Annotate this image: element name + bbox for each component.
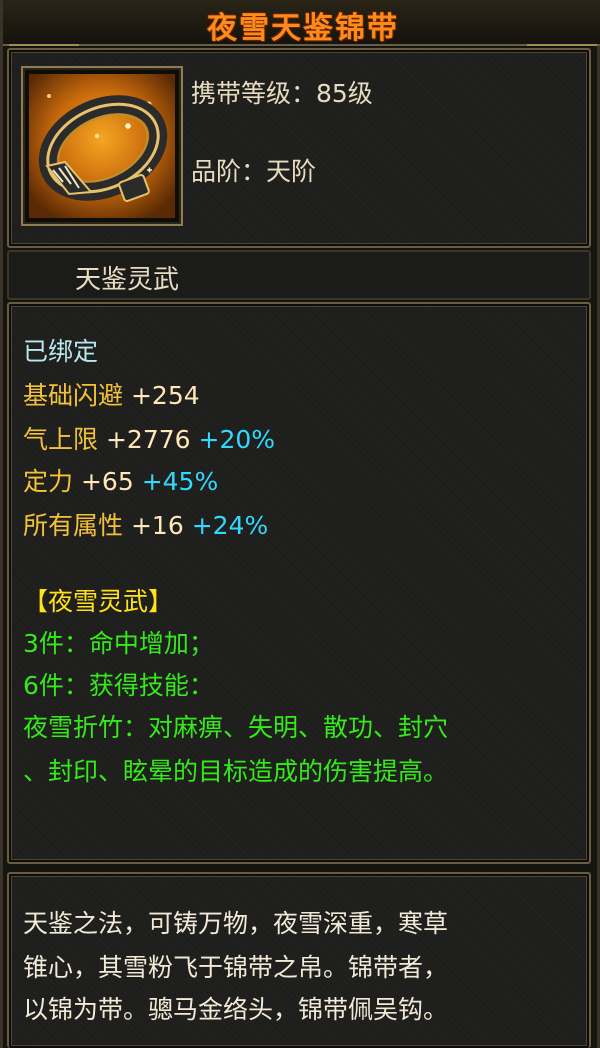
description-line: 锥心，其雪粉飞于锦带之帛。锦带者， [23,953,449,982]
title-bar: 夜雪天鉴锦带 [3,0,600,46]
item-type-bar: 天鉴灵武 [7,250,591,300]
item-icon-frame[interactable] [21,66,183,226]
set-effect-line: 3件：命中增加； [23,629,214,658]
item-stats-panel: 已绑定 基础闪避 +254 气上限 +2776 +20% 定力 +65 +45%… [7,302,591,864]
stat-label: 气上限 [23,425,99,454]
item-header-panel: 携带等级：85级 品阶：天阶 [7,48,591,248]
set-name: 【夜雪灵武】 [23,587,174,616]
item-title: 夜雪天鉴锦带 [207,11,399,46]
belt-icon [29,74,175,218]
description-line: 天鉴之法，可铸万物，夜雪深重，寒草 [23,909,449,938]
stat-label: 基础闪避 [23,381,124,410]
stat-label: 定力 [23,467,74,496]
item-type-name: 天鉴灵武 [75,265,180,295]
item-tooltip: 夜雪天鉴锦带 携带等级：85级 品阶：天阶 天鉴灵武 已绑定 基础闪避 +254… [0,0,600,1048]
stat-row-all: 所有属性 +16 +24% [23,506,268,542]
item-description-panel: 天鉴之法，可铸万物，夜雪深重，寒草 锥心，其雪粉飞于锦带之帛。锦带者， 以锦为带… [7,872,591,1048]
description-line: 以锦为带。骢马金络头，锦带佩吴钩。 [23,995,449,1024]
stat-row-qi: 气上限 +2776 +20% [23,420,275,456]
stat-row-dodge: 基础闪避 +254 [23,376,200,412]
stat-bonus: +20% [198,425,276,454]
stat-value: +16 [130,511,184,540]
stat-value: +254 [130,381,200,410]
item-grade: 品阶：天阶 [191,157,317,186]
bound-status: 已绑定 [23,337,99,366]
set-effect-line: 、封印、眩晕的目标造成的伤害提高。 [23,757,449,786]
stat-value: +2776 [105,425,191,454]
carry-level: 携带等级：85级 [191,79,373,108]
stat-row-focus: 定力 +65 +45% [23,462,218,498]
stat-bonus: +45% [141,467,219,496]
set-effect-line: 6件：获得技能： [23,671,214,700]
set-effect-line: 夜雪折竹：对麻痹、失明、散功、封穴 [23,713,449,742]
stat-value: +65 [80,467,134,496]
stat-bonus: +24% [191,511,269,540]
stat-label: 所有属性 [23,511,124,540]
